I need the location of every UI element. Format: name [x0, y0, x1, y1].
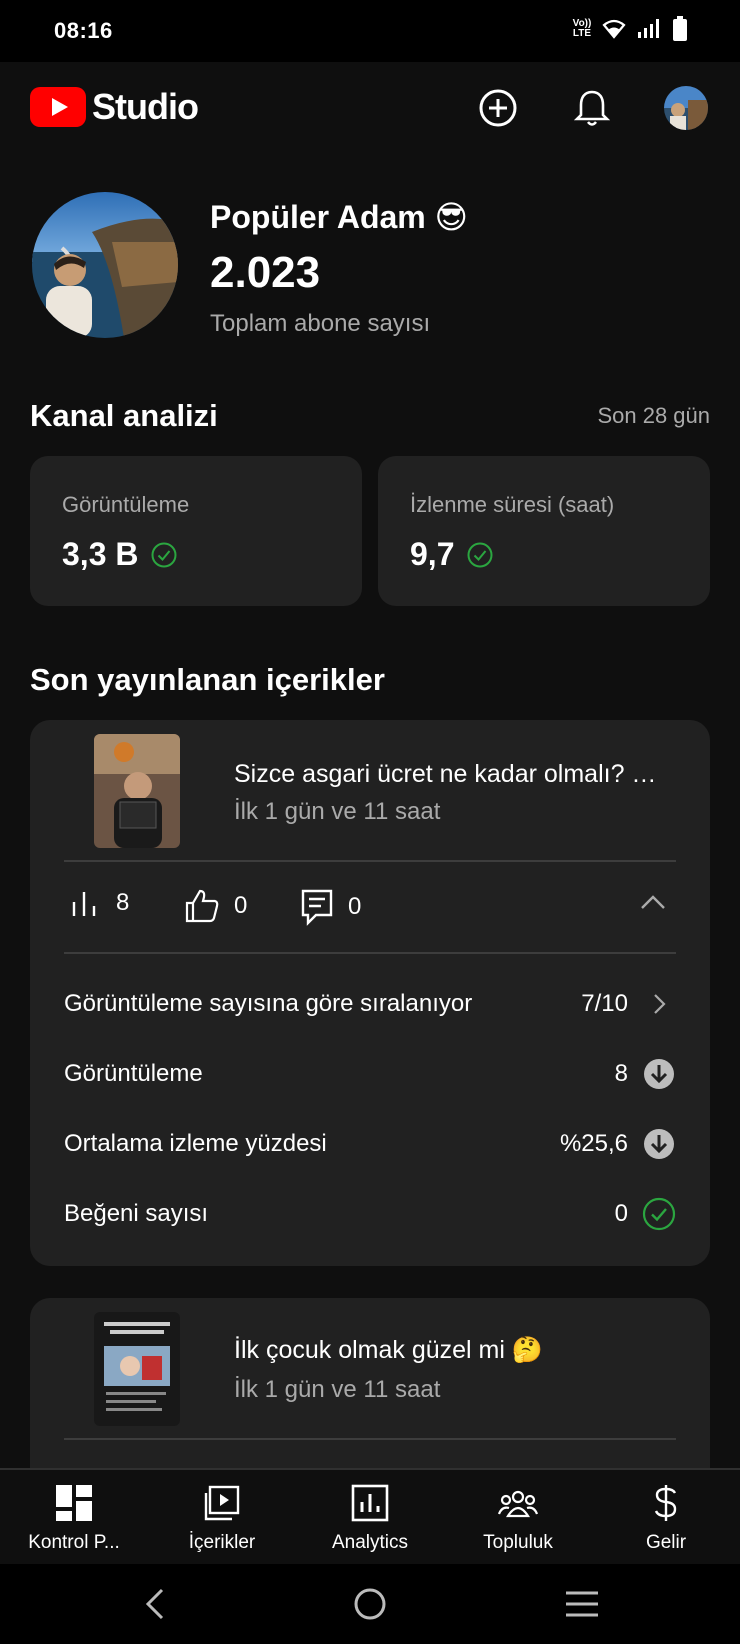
video-title: İlk çocuk olmak güzel mi 🤔 [234, 1336, 543, 1364]
metric-value: 3,3 B [62, 536, 178, 573]
metric-row: Ortalama izleme yüzdesi %25,6 [64, 1124, 676, 1164]
check-circle-icon [467, 542, 493, 567]
app-bar: Studio [0, 62, 740, 160]
metric-row: Beğeni sayısı 0 [64, 1194, 676, 1234]
metric-label: Görüntüleme [62, 492, 190, 517]
create-button[interactable] [474, 84, 522, 132]
divider [64, 860, 676, 862]
system-nav-bar [0, 1564, 740, 1644]
video-title: Sizce asgari ücret ne kadar olmalı? … [234, 760, 657, 788]
volte-icon: Vo)) LTE [572, 18, 592, 39]
status-time: 08:16 [54, 18, 113, 43]
analytics-range: Son 28 gün [597, 403, 710, 428]
analytics-section-title: Kanal analizi [30, 398, 218, 433]
dashboard-icon [56, 1485, 92, 1521]
subscriber-count: 2.023 [210, 248, 321, 297]
account-button[interactable] [662, 84, 710, 132]
channel-avatar[interactable] [32, 192, 178, 338]
metric-row: Görüntüleme 8 [64, 1054, 676, 1094]
thumb-up-icon [185, 889, 219, 923]
metric-label: İzlenme süresi (saat) [410, 492, 615, 517]
bar-chart-icon [72, 892, 96, 916]
channel-header: Popüler Adam 😎 2.023 Toplam abone sayısı [32, 192, 712, 342]
recent-section-title: Son yayınlanan içerikler [30, 662, 385, 697]
divider [64, 952, 676, 954]
video-card[interactable]: Sizce asgari ücret ne kadar olmalı? … İl… [30, 720, 710, 1266]
nav-earn[interactable]: Gelir [592, 1470, 740, 1564]
youtube-logo-icon [30, 87, 86, 127]
metric-value: 9,7 [410, 536, 494, 573]
analytics-icon [351, 1484, 389, 1522]
divider [64, 1438, 676, 1440]
nav-dashboard[interactable]: Kontrol P... [0, 1470, 148, 1564]
dollar-icon [654, 1485, 677, 1521]
arrow-down-circle-icon [642, 1057, 676, 1091]
recents-icon[interactable] [564, 1588, 600, 1620]
nav-community[interactable]: Topluluk [444, 1470, 592, 1564]
avatar [664, 86, 708, 130]
video-thumbnail[interactable] [94, 734, 180, 848]
add-circle-icon [479, 89, 517, 127]
video-time: İlk 1 gün ve 11 saat [234, 1376, 441, 1403]
bell-icon [574, 90, 610, 126]
video-thumbnail[interactable] [94, 1312, 180, 1426]
chevron-right-icon [642, 987, 676, 1021]
status-bar: 08:16 Vo)) LTE [0, 0, 740, 62]
wifi-icon [602, 19, 626, 39]
community-icon [498, 1490, 538, 1518]
arrow-down-circle-icon [642, 1127, 676, 1161]
back-icon[interactable] [142, 1586, 166, 1622]
content-icon [204, 1485, 240, 1521]
bottom-nav: Kontrol P... İçerikler Analytics Toplulu… [0, 1468, 740, 1564]
notifications-button[interactable] [568, 84, 616, 132]
video-time: İlk 1 gün ve 11 saat [234, 798, 441, 825]
battery-icon [673, 16, 687, 41]
views-card[interactable]: Görüntüleme 3,3 B [30, 456, 362, 606]
rank-row[interactable]: Görüntüleme sayısına göre sıralanıyor 7/… [64, 984, 676, 1024]
signal-icon [638, 19, 659, 38]
watch-time-card[interactable]: İzlenme süresi (saat) 9,7 [378, 456, 710, 606]
rank-value: 7/10 [581, 990, 628, 1017]
studio-logo-text: Studio [92, 86, 199, 127]
check-circle-icon [642, 1197, 676, 1231]
status-icons: Vo)) LTE [572, 16, 688, 42]
rank-label: Görüntüleme sayısına göre sıralanıyor [64, 990, 473, 1017]
chevron-up-icon[interactable] [638, 888, 668, 918]
youtube-studio-logo[interactable]: Studio [30, 86, 199, 128]
home-icon[interactable] [352, 1586, 388, 1622]
channel-name: Popüler Adam 😎 [210, 199, 468, 235]
comment-icon [301, 889, 333, 926]
subscriber-label: Toplam abone sayısı [210, 310, 431, 337]
check-circle-icon [151, 542, 177, 567]
comments-stat: 0 [300, 888, 361, 926]
nav-content[interactable]: İçerikler [148, 1470, 296, 1564]
views-stat: 8 [70, 888, 129, 918]
nav-analytics[interactable]: Analytics [296, 1470, 444, 1564]
likes-stat: 0 [184, 888, 247, 924]
